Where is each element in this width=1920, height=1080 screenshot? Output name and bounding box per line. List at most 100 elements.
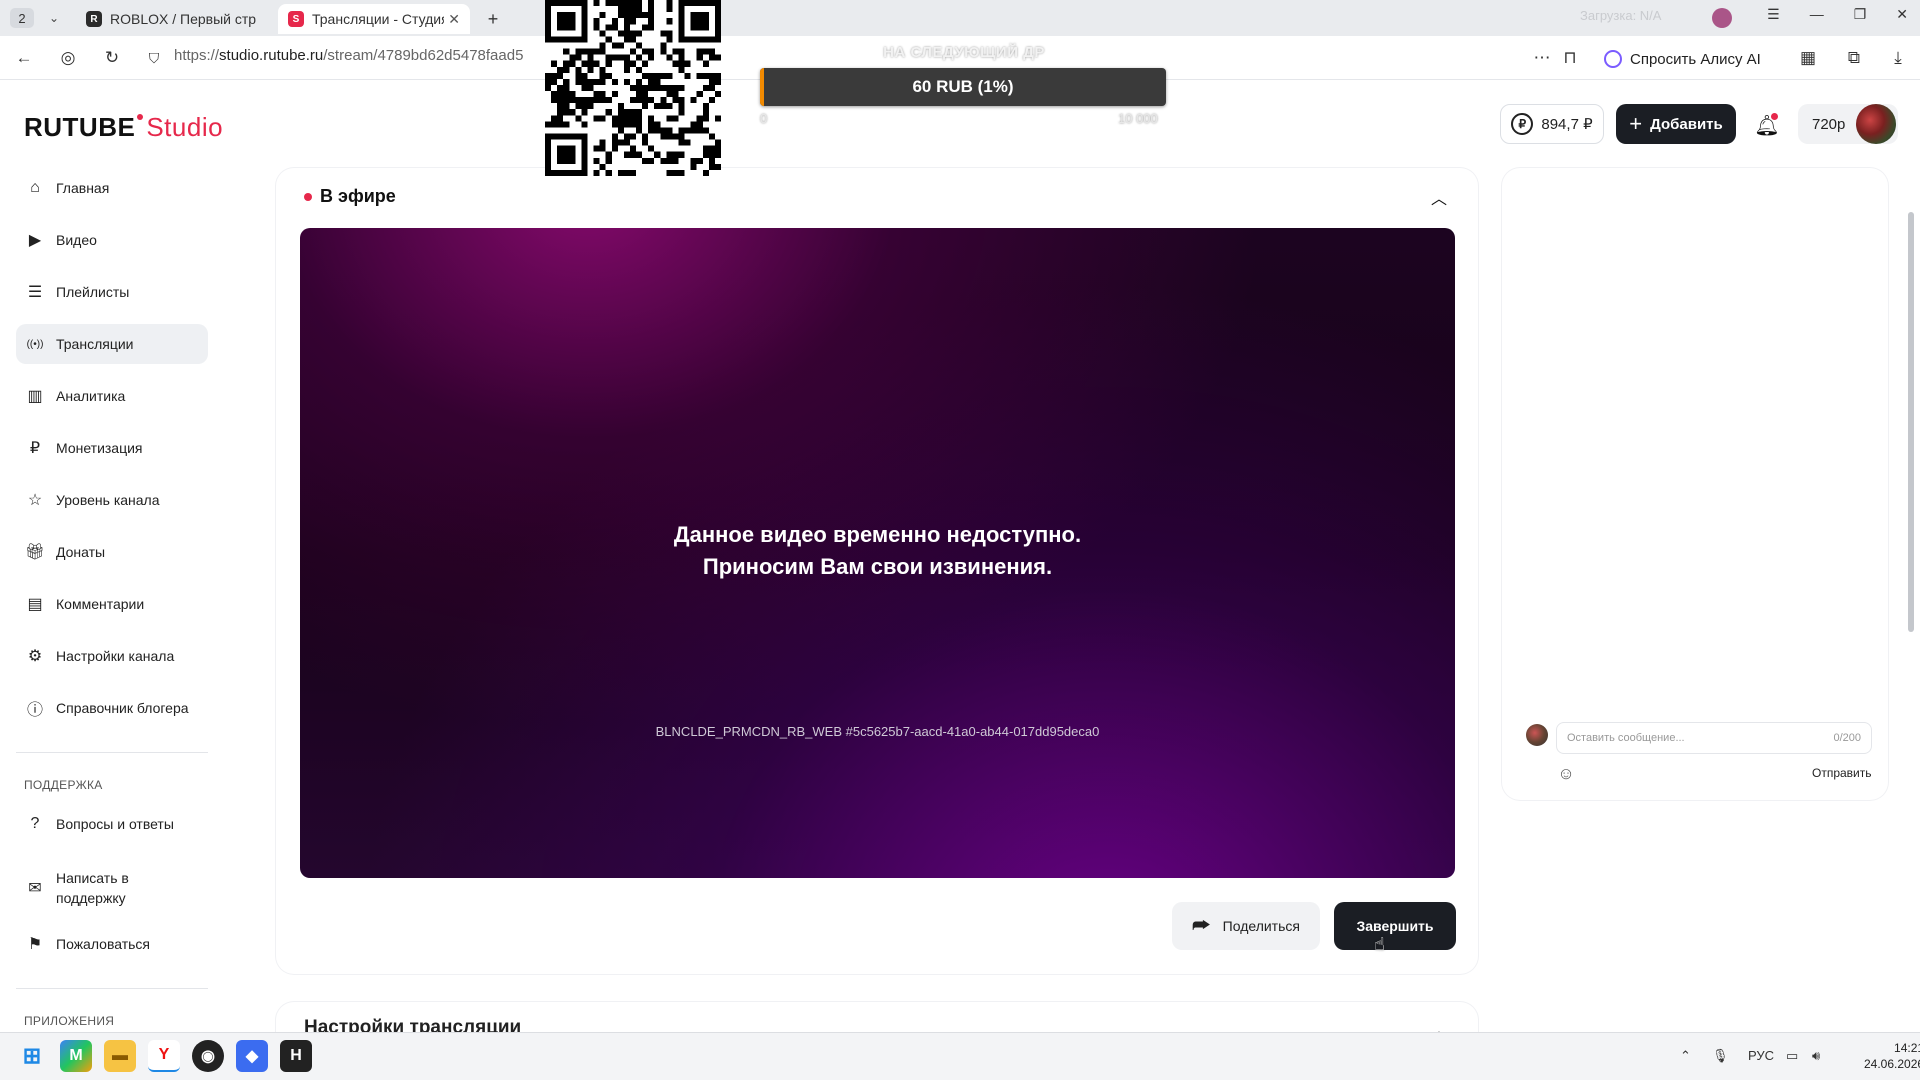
- sidebar-item-home[interactable]: ⌂ Главная: [16, 168, 208, 208]
- chat-user-avatar: [1526, 724, 1548, 746]
- url-prefix: https://: [174, 47, 220, 64]
- obs-icon[interactable]: ◉: [192, 1040, 224, 1072]
- donation-goal-min: 0: [760, 111, 768, 126]
- sidebar-item-playlist[interactable]: ☰ Плейлисты: [16, 272, 208, 312]
- apps-section-title: ПРИЛОЖЕНИЯ: [24, 1014, 115, 1028]
- browser-profile-avatar[interactable]: [1712, 8, 1732, 28]
- extensions-icon[interactable]: ⧉: [1842, 46, 1866, 70]
- tab-close-icon[interactable]: ✕: [444, 11, 460, 28]
- restore-icon[interactable]: ❐: [1854, 6, 1867, 23]
- app-h-icon[interactable]: H: [280, 1040, 312, 1072]
- balance-button[interactable]: ₽ 894,7 ₽: [1500, 104, 1604, 144]
- plus-icon: +: [1629, 111, 1643, 136]
- tab-title: ROBLOX / Первый стрим: [110, 11, 256, 27]
- ruble-icon: ₽: [1511, 113, 1534, 135]
- roblox-icon[interactable]: ◆: [236, 1040, 268, 1072]
- downloads-icon[interactable]: ⤓: [1886, 46, 1910, 70]
- rutube-studio-favicon-icon: S: [288, 11, 304, 27]
- notification-dot: [1771, 113, 1778, 120]
- send-button[interactable]: Отправить: [1812, 766, 1872, 780]
- url-domain: studio.rutube.ru: [219, 47, 324, 64]
- back-arrow-icon[interactable]: ←: [12, 46, 36, 70]
- add-button[interactable]: + Добавить: [1616, 104, 1736, 144]
- sidebar-item-label: Трансляции: [56, 336, 134, 352]
- logo-dot: [137, 114, 144, 120]
- support-item-question[interactable]: ? Вопросы и ответы: [16, 804, 208, 844]
- notifications-bell-icon[interactable]: 🔔︎: [1752, 110, 1782, 140]
- collections-icon[interactable]: ▦: [1796, 46, 1820, 70]
- sidebar-item-label: Донаты: [56, 544, 106, 560]
- video-player[interactable]: [300, 228, 1455, 878]
- live-header: В эфире: [304, 186, 396, 207]
- quality-label: 720p: [1812, 115, 1846, 133]
- info-icon: ⓘ: [26, 702, 43, 719]
- sidebar-divider: [16, 988, 208, 989]
- file-explorer-icon[interactable]: ▬: [104, 1040, 136, 1072]
- emoji-icon[interactable]: ☺: [1556, 764, 1576, 784]
- reload-icon[interactable]: ↻: [100, 46, 124, 70]
- chat-panel: [1502, 168, 1888, 800]
- error-message-line1: Данное видео временно недоступно.: [673, 522, 1082, 547]
- yandex-browser-icon[interactable]: Y: [148, 1040, 180, 1072]
- support-item-mail[interactable]: ✉ Написать в поддержку: [16, 862, 208, 914]
- share-button[interactable]: ⮫ Поделиться: [1172, 902, 1320, 950]
- new-tab-plus-icon[interactable]: +: [482, 8, 504, 30]
- sidebar-item-gift[interactable]: 🎁︎ Донаты: [16, 532, 208, 572]
- finish-stream-button[interactable]: Завершить: [1334, 902, 1456, 950]
- ask-alice-button[interactable]: Спросить Алису AI: [1596, 44, 1773, 74]
- share-label: Поделиться: [1222, 918, 1300, 934]
- sidebar-item-gear[interactable]: ⚙ Настройки канала: [16, 636, 208, 676]
- comment-icon: ▤: [27, 596, 43, 613]
- minimize-icon[interactable]: —: [1810, 6, 1824, 23]
- support-item-flag[interactable]: ⚑ Пожаловаться: [16, 924, 208, 964]
- window-controls: ☰ — ❐ ✕: [1767, 6, 1908, 23]
- url-path: /stream/4789bd62d5478faad5: [323, 47, 524, 64]
- scrollbar-thumb[interactable]: [1908, 212, 1914, 632]
- user-avatar[interactable]: [1856, 104, 1896, 144]
- sidebar-item-analytics[interactable]: ▥ Аналитика: [16, 376, 208, 416]
- site-shield-icon[interactable]: ⛉: [142, 46, 166, 70]
- volume-icon[interactable]: 🔊︎: [1812, 1048, 1820, 1064]
- clock[interactable]: 14:21 24.06.2026: [1864, 1040, 1920, 1072]
- add-label: Добавить: [1650, 115, 1723, 133]
- sidebar-item-ruble[interactable]: ₽ Монетизация: [16, 428, 208, 468]
- sidebar-item-comment[interactable]: ▤ Комментарии: [16, 584, 208, 624]
- tray-chevron-up-icon[interactable]: ⌃: [1680, 1048, 1691, 1064]
- menu-icon[interactable]: ☰: [1767, 6, 1780, 23]
- collapse-chevron-up-icon[interactable]: ︿: [1428, 186, 1450, 208]
- donation-goal-max: 10 000: [1118, 111, 1158, 126]
- chat-message-input[interactable]: Оставить сообщение... 0/200: [1556, 722, 1872, 754]
- sidebar-item-label: Справочник блогера: [56, 700, 189, 716]
- protect-icon[interactable]: ◎: [56, 46, 80, 70]
- network-icon[interactable]: ▭: [1786, 1048, 1798, 1064]
- sidebar-item-info[interactable]: ⓘ Справочник блогера: [16, 688, 208, 728]
- sidebar-item-label: Комментарии: [56, 596, 145, 612]
- sidebar-item-broadcast[interactable]: ((•)) Трансляции: [16, 324, 208, 364]
- sidebar-item-label: Монетизация: [56, 440, 143, 456]
- tab-roblox[interactable]: R ROBLOX / Первый стрим: [76, 4, 266, 34]
- close-window-icon[interactable]: ✕: [1896, 6, 1908, 23]
- sidebar-item-star[interactable]: ☆ Уровень канала: [16, 480, 208, 520]
- microphone-icon[interactable]: 🎙︎: [1712, 1048, 1729, 1064]
- url-field[interactable]: https://studio.rutube.ru/stream/4789bd62…: [174, 47, 546, 64]
- mail-icon: ✉: [28, 880, 42, 897]
- rutube-studio-logo[interactable]: RUTUBE Studio: [24, 112, 223, 143]
- system-status: Загрузка: N/A: [1580, 8, 1662, 23]
- video-icon: ▶: [28, 232, 42, 249]
- language-indicator[interactable]: РУС: [1748, 1048, 1774, 1063]
- error-message-line2: Приносим Вам свои извинения.: [702, 554, 1053, 579]
- support-section-title: ПОДДЕРЖКА: [24, 778, 103, 792]
- windows-start-icon[interactable]: ⊞: [16, 1040, 48, 1072]
- gear-icon: ⚙: [27, 648, 43, 665]
- ruble-icon: ₽: [29, 440, 41, 457]
- m365-icon[interactable]: M: [60, 1040, 92, 1072]
- tab-count-badge[interactable]: 2: [10, 8, 34, 28]
- bookmark-icon[interactable]: ⊓: [1558, 46, 1582, 70]
- more-dots-icon[interactable]: ⋯: [1530, 46, 1554, 70]
- sidebar-item-video[interactable]: ▶ Видео: [16, 220, 208, 260]
- tab-rutube-studio[interactable]: S Трансляции - Студия R ✕: [278, 4, 470, 34]
- tab-list-chevron-icon[interactable]: ⌄: [44, 8, 64, 28]
- sidebar-item-label: Аналитика: [56, 388, 126, 404]
- sidebar-item-label: Плейлисты: [56, 284, 130, 300]
- alice-icon: [1604, 50, 1622, 68]
